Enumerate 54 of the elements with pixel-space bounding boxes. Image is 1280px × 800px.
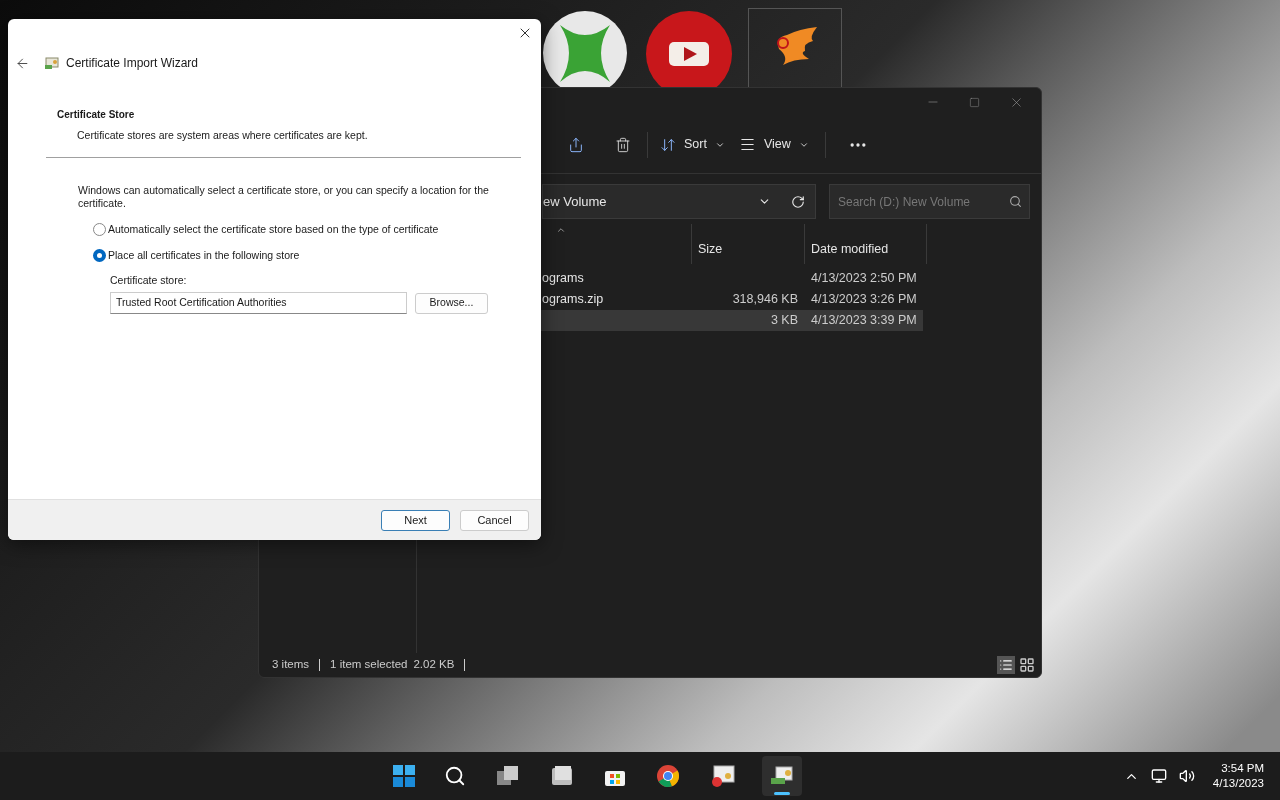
dialog-button[interactable]: Next <box>381 509 450 531</box>
toolbar-button[interactable]: Sort <box>658 129 727 160</box>
volume-icon[interactable] <box>1178 768 1195 784</box>
folder-icon[interactable] <box>549 765 574 787</box>
search-icon[interactable] <box>443 765 466 787</box>
browse-button[interactable]: Browse... <box>415 292 488 314</box>
section-heading: Certificate Store <box>57 108 136 122</box>
file-name: ograms <box>542 271 584 286</box>
address-text: ew Volume <box>543 192 608 211</box>
status-text: 2.02 KB <box>413 657 455 673</box>
menu-icon <box>738 136 756 153</box>
sort-icon <box>660 136 676 153</box>
active-app-button[interactable] <box>761 756 802 796</box>
clock-date[interactable]: 4/13/2023 <box>1212 776 1264 791</box>
search-field[interactable]: Search (D:) New Volume <box>829 184 1030 219</box>
column-header[interactable]: Date modified <box>804 224 927 264</box>
instruction-text: Windows can automatically select a certificate store, or you can specify a location for the certificate. <box>78 183 490 210</box>
certificate-icon <box>44 55 60 71</box>
browser-icon[interactable] <box>655 764 680 788</box>
radio-button[interactable] <box>93 248 106 262</box>
file-date: 4/13/2023 3:39 PM <box>811 313 917 328</box>
refresh-icon[interactable] <box>791 194 805 209</box>
dialog-button[interactable]: Cancel <box>460 509 529 531</box>
back-icon[interactable] <box>15 55 30 71</box>
clock-time[interactable]: 3:54 PM <box>1221 761 1264 776</box>
field-label: Certificate store: <box>110 273 188 289</box>
radio-label[interactable]: Place all certificates in the following store <box>108 247 300 264</box>
search-icon <box>1009 195 1022 208</box>
radio-button[interactable] <box>93 223 106 237</box>
dialog-title: Certificate Import Wizard <box>66 55 199 72</box>
file-date: 4/13/2023 3:26 PM <box>811 292 917 307</box>
desktop-icon-selection[interactable] <box>748 8 842 87</box>
column-header[interactable]: Size <box>691 224 804 264</box>
details-view-icon[interactable] <box>997 656 1015 674</box>
delete-icon[interactable] <box>615 136 631 153</box>
certificate-icon[interactable] <box>709 764 736 788</box>
file-name: ograms.zip <box>542 292 604 307</box>
section-description: Certificate stores are system areas where certificates are kept. <box>76 128 369 143</box>
store-field[interactable]: Trusted Root Certification Authorities <box>110 292 407 314</box>
status-text: 3 items <box>272 657 310 673</box>
share-icon[interactable] <box>568 136 584 153</box>
windows-stack-icon[interactable] <box>495 765 520 787</box>
network-icon[interactable] <box>1150 768 1167 784</box>
windows-logo-icon[interactable] <box>391 764 416 788</box>
toolbar-button[interactable]: View <box>736 129 811 160</box>
sort-caret-icon <box>556 225 566 235</box>
status-text: 1 item selected <box>330 657 408 673</box>
tiles-view-icon[interactable] <box>1019 657 1035 673</box>
file-size: 3 KB <box>770 313 798 328</box>
file-size: 318,946 KB <box>732 292 798 307</box>
certificate-icon <box>769 765 794 787</box>
radio-label[interactable]: Automatically select the certificate store based on the type of certificate <box>108 221 439 238</box>
file-date: 4/13/2023 2:50 PM <box>811 271 917 286</box>
address-bar[interactable]: ew Volume <box>542 184 816 219</box>
